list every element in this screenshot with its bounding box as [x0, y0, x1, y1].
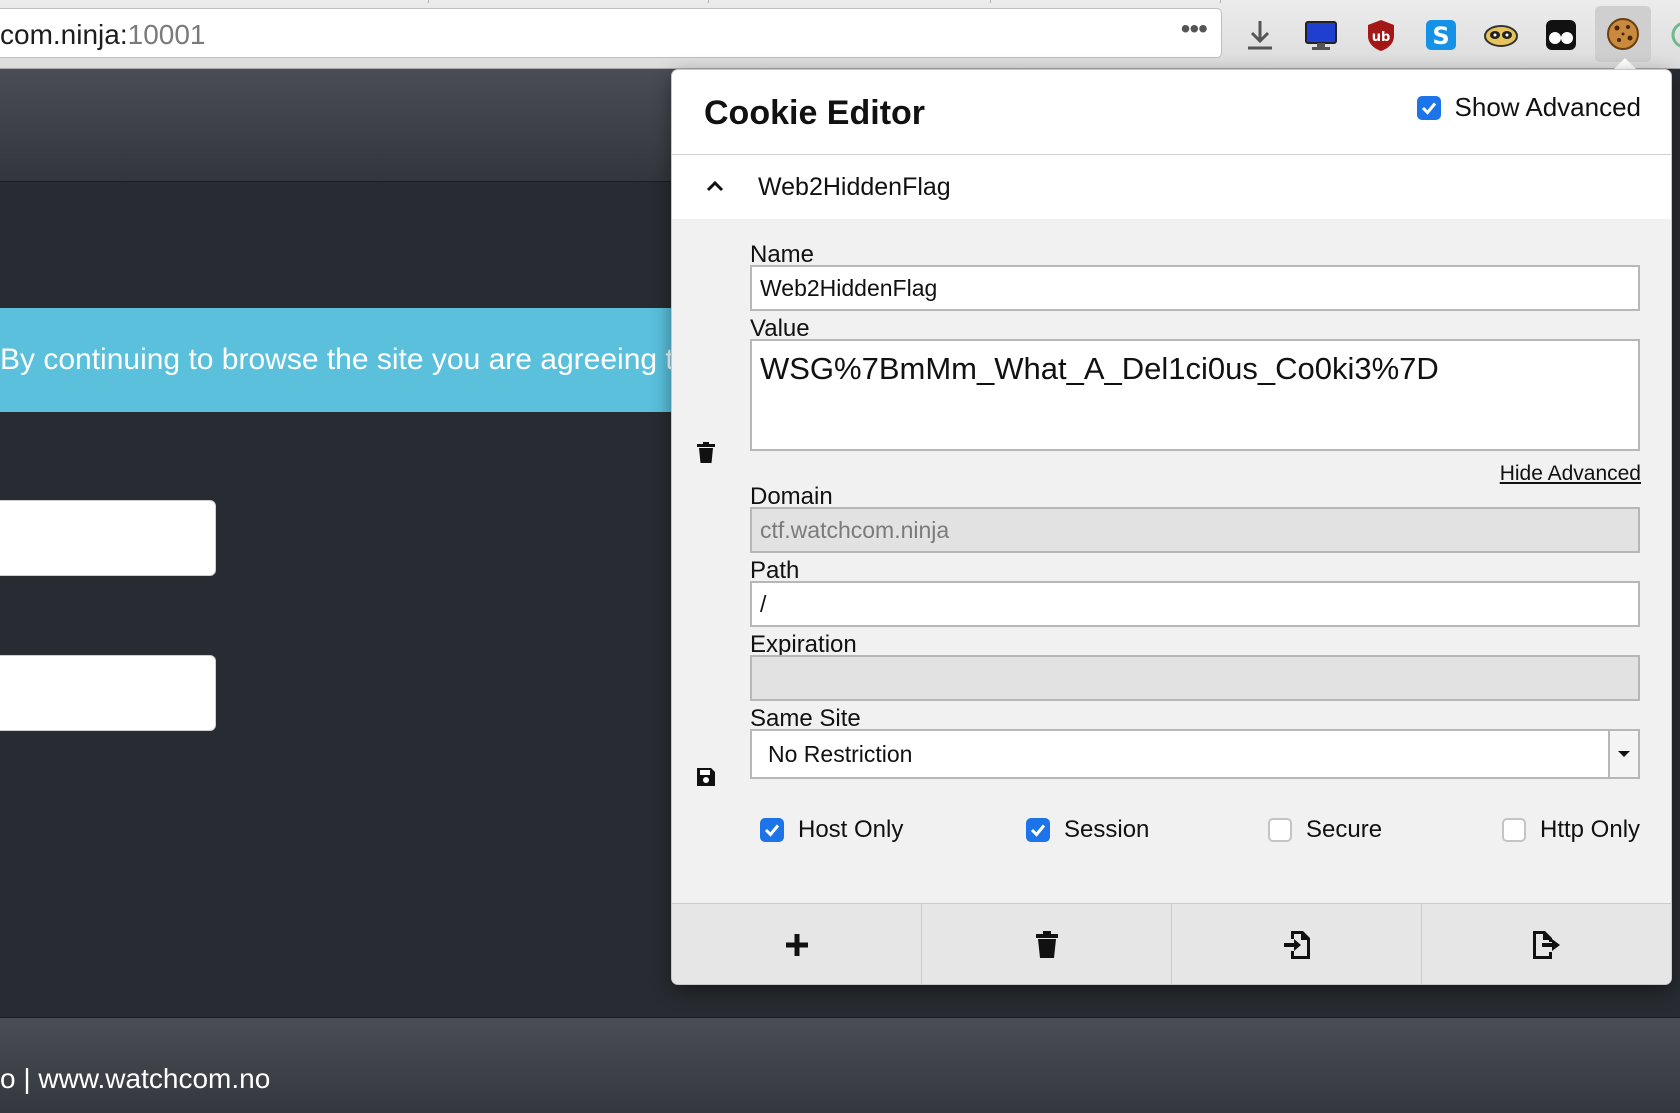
session-option[interactable]: Session [1026, 816, 1149, 844]
export-icon [1532, 930, 1560, 959]
export-button[interactable] [1422, 904, 1671, 984]
download-icon[interactable] [1241, 16, 1279, 54]
session-label: Session [1064, 816, 1150, 843]
same-site-select[interactable]: No Restriction [750, 729, 1640, 779]
session-checkbox[interactable] [1026, 818, 1050, 842]
cookie-item-header[interactable]: Web2HiddenFlag [672, 154, 1671, 220]
cookie-icon [1607, 18, 1639, 50]
url-bar[interactable]: com.ninja:10001 ••• [0, 8, 1222, 58]
secure-label: Secure [1306, 816, 1383, 843]
cookie-name-header: Web2HiddenFlag [758, 173, 951, 201]
import-button[interactable] [1172, 904, 1422, 984]
cookie-details: Name Web2HiddenFlag Value WSG%7BmMm_What… [672, 219, 1671, 903]
popup-title: Cookie Editor [704, 94, 926, 132]
browser-toolbar: com.ninja:10001 ••• ub S [0, 0, 1680, 69]
glasses-icon[interactable] [1542, 16, 1580, 54]
expiration-input [750, 655, 1640, 701]
hide-advanced-link[interactable]: Hide Advanced [1500, 462, 1641, 486]
tab-strip [0, 0, 1680, 3]
show-advanced-toggle[interactable]: Show Advanced [1416, 92, 1641, 123]
plus-icon [785, 933, 808, 956]
path-input[interactable]: / [750, 581, 1640, 627]
show-advanced-checkbox[interactable] [1416, 95, 1441, 120]
name-input[interactable]: Web2HiddenFlag [750, 265, 1640, 311]
add-cookie-button[interactable] [672, 904, 922, 984]
page-username-input[interactable] [0, 500, 216, 576]
http-only-option[interactable]: Http Only [1502, 816, 1640, 844]
cookie-editor-popup: Cookie Editor Show Advanced Web2HiddenFl… [672, 70, 1671, 984]
svg-text:S: S [1432, 22, 1449, 50]
secure-checkbox[interactable] [1268, 818, 1292, 842]
show-advanced-label: Show Advanced [1454, 92, 1641, 122]
cookie-consent-banner: By continuing to browse the site you are… [0, 308, 680, 412]
ublock-icon[interactable]: ub [1362, 16, 1400, 54]
monitor-icon[interactable] [1302, 16, 1340, 54]
page-password-input[interactable] [0, 655, 216, 731]
skype-icon[interactable]: S [1422, 16, 1460, 54]
value-textarea[interactable]: WSG%7BmMm_What_A_Del1ci0us_Co0ki3%7D [750, 339, 1640, 451]
footer-text: o | www.watchcom.no [0, 1063, 271, 1094]
cookie-editor-extension-button[interactable] [1595, 6, 1651, 62]
host-only-label: Host Only [798, 816, 904, 843]
save-cookie-icon[interactable] [696, 767, 716, 787]
http-only-label: Http Only [1540, 816, 1641, 843]
secure-option[interactable]: Secure [1268, 816, 1382, 844]
domain-input: ctf.watchcom.ninja [750, 507, 1640, 553]
bottom-action-bar [672, 903, 1671, 984]
dropdown-arrow-icon[interactable] [1608, 731, 1638, 777]
same-site-value: No Restriction [768, 741, 913, 767]
raccoon-icon[interactable] [1482, 16, 1520, 54]
delete-all-button[interactable] [922, 904, 1172, 984]
delete-cookie-icon[interactable] [696, 442, 716, 464]
page-header [0, 69, 680, 182]
host-only-checkbox[interactable] [760, 818, 784, 842]
page-actions-menu-icon[interactable]: ••• [1181, 13, 1208, 45]
url-text: com.ninja:10001 [0, 19, 206, 50]
extension-partial-icon[interactable] [1660, 16, 1680, 54]
host-only-option[interactable]: Host Only [760, 816, 903, 844]
chevron-up-icon[interactable] [706, 179, 724, 193]
svg-text:ub: ub [1372, 30, 1391, 45]
trash-icon [1035, 930, 1058, 958]
http-only-checkbox[interactable] [1502, 818, 1526, 842]
import-icon [1283, 930, 1310, 959]
